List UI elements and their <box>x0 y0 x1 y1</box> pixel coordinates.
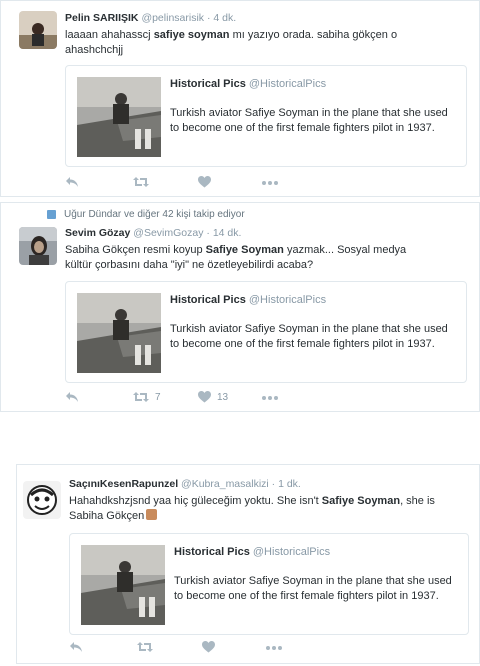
like-button[interactable] <box>198 176 217 188</box>
tweet-text: Hahahdkshzjsnd yaa hiç güleceğim yoktu. … <box>69 494 449 524</box>
card-author-handle[interactable]: @HistoricalPics <box>249 78 326 90</box>
reply-button[interactable] <box>65 391 79 403</box>
author-name[interactable]: SaçınıKesenRapunzel <box>69 478 178 490</box>
reply-icon <box>66 392 78 402</box>
tweet-actions: 7 13 <box>65 391 325 407</box>
more-button[interactable] <box>262 181 278 185</box>
card-text: Turkish aviator Safiye Soyman in the pla… <box>174 575 452 602</box>
retweet-button[interactable] <box>133 176 155 188</box>
follow-context[interactable]: Uğur Dündar ve diğer 42 kişi takip ediyo… <box>47 209 245 220</box>
tweet-text-part: Sabiha Gökçen resmi koyup <box>65 244 206 256</box>
like-count: 13 <box>217 391 229 403</box>
card-title: Historical Pics @HistoricalPics <box>170 294 326 306</box>
reply-button[interactable] <box>69 641 83 653</box>
author-name[interactable]: Sevim Gözay <box>65 227 130 239</box>
author-handle[interactable]: @SevimGozay <box>133 227 203 239</box>
like-button[interactable]: 13 <box>198 391 228 403</box>
card-author-name[interactable]: Historical Pics <box>170 294 246 306</box>
card-text: Turkish aviator Safiye Soyman in the pla… <box>170 107 448 134</box>
reply-icon <box>66 177 78 187</box>
like-button[interactable] <box>202 641 221 653</box>
retweet-icon <box>137 642 153 652</box>
card-image <box>77 77 161 157</box>
tweet-header: Pelin SARIIŞIK @pelinsarisik · 4 dk. <box>65 12 236 24</box>
tweet-time[interactable]: · 4 dk. <box>207 12 236 24</box>
retweet-button[interactable] <box>137 641 159 653</box>
tweet-2[interactable]: Uğur Dündar ve diğer 42 kişi takip ediyo… <box>0 202 480 412</box>
card-title: Historical Pics @HistoricalPics <box>170 78 326 90</box>
avatar[interactable] <box>19 227 57 265</box>
card-text: Turkish aviator Safiye Soyman in the pla… <box>170 323 448 350</box>
card-image <box>81 545 165 625</box>
tweet-1[interactable]: Pelin SARIIŞIK @pelinsarisik · 4 dk. laa… <box>0 0 480 197</box>
reply-icon <box>70 642 82 652</box>
follow-context-text: Uğur Dündar ve diğer 42 kişi takip ediyo… <box>64 209 245 220</box>
tweet-text: laaaan ahahasscj safiye soyman mı yazıyo… <box>65 28 425 58</box>
quoted-tweet-card[interactable]: Historical Pics @HistoricalPics Turkish … <box>65 65 467 167</box>
follow-context-icon <box>47 210 56 219</box>
more-button[interactable] <box>266 646 282 650</box>
hand-emoji-icon <box>146 509 158 520</box>
retweet-button[interactable]: 7 <box>133 391 161 403</box>
author-handle[interactable]: @Kubra_masalkizi <box>181 478 269 490</box>
more-icon <box>262 181 278 185</box>
retweet-icon <box>133 177 149 187</box>
tweet-actions <box>69 641 329 657</box>
tweet-text: Sabiha Gökçen resmi koyup Safiye Soyman … <box>65 243 425 273</box>
more-icon <box>262 396 278 400</box>
card-author-handle[interactable]: @HistoricalPics <box>253 546 330 558</box>
heart-icon <box>198 391 211 403</box>
tweet-3[interactable]: SaçınıKesenRapunzel @Kubra_masalkizi · 1… <box>16 464 480 664</box>
tweet-text-bold: safiye soyman <box>153 29 230 41</box>
reply-button[interactable] <box>65 176 79 188</box>
tweet-text-bold: Safiye Soyman <box>205 244 284 256</box>
tweet-header: SaçınıKesenRapunzel @Kubra_masalkizi · 1… <box>69 478 301 490</box>
card-title: Historical Pics @HistoricalPics <box>174 546 330 558</box>
quoted-tweet-card[interactable]: Historical Pics @HistoricalPics Turkish … <box>65 281 467 383</box>
tweet-time[interactable]: · 14 dk. <box>206 227 241 239</box>
more-icon <box>266 646 282 650</box>
retweet-icon <box>133 392 149 402</box>
tweet-actions <box>65 176 325 192</box>
card-author-handle[interactable]: @HistoricalPics <box>249 294 326 306</box>
card-author-name[interactable]: Historical Pics <box>174 546 250 558</box>
tweet-time[interactable]: · 1 dk. <box>272 478 301 490</box>
author-handle[interactable]: @pelinsarisik <box>141 12 204 24</box>
tweet-text-part: Hahahdkshzjsnd yaa hiç güleceğim yoktu. … <box>69 495 322 507</box>
retweet-count: 7 <box>155 391 161 403</box>
author-name[interactable]: Pelin SARIIŞIK <box>65 12 139 24</box>
avatar[interactable] <box>19 11 57 49</box>
heart-icon <box>198 176 211 188</box>
tweet-text-bold: Safiye Soyman <box>321 495 401 507</box>
tweet-text-part: laaaan ahahasscj <box>65 29 154 41</box>
tweet-header: Sevim Gözay @SevimGozay · 14 dk. <box>65 227 241 239</box>
card-author-name[interactable]: Historical Pics <box>170 78 246 90</box>
more-button[interactable] <box>262 396 278 400</box>
quoted-tweet-card[interactable]: Historical Pics @HistoricalPics Turkish … <box>69 533 469 635</box>
card-image <box>77 293 161 373</box>
heart-icon <box>202 641 215 653</box>
avatar[interactable] <box>23 481 61 519</box>
